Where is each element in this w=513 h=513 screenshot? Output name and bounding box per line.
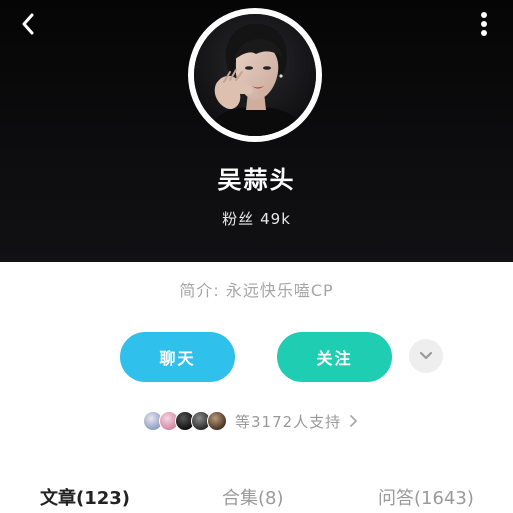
tab-collections[interactable]: 合集(8)	[222, 484, 284, 510]
vertical-dots-icon	[481, 12, 487, 36]
back-button[interactable]	[14, 10, 42, 38]
chat-button[interactable]: 聊天	[120, 332, 235, 382]
supporters-count: 等3172人支持	[235, 412, 342, 431]
avatar[interactable]	[194, 14, 316, 136]
expand-button[interactable]	[409, 339, 443, 373]
supporters-row[interactable]: 等3172人支持	[143, 409, 358, 433]
supporter-avatar	[207, 411, 227, 431]
supporter-avatars	[143, 411, 227, 431]
profile-header: 吴蒜头 粉丝 49k	[0, 0, 513, 262]
more-button[interactable]	[470, 8, 498, 40]
fans-count: 粉丝 49k	[0, 208, 513, 229]
chevron-right-icon	[349, 415, 358, 427]
chevron-left-icon	[22, 13, 34, 35]
fans-label: 粉丝	[222, 210, 255, 228]
username: 吴蒜头	[217, 166, 296, 194]
tab-qa[interactable]: 问答(1643)	[378, 484, 474, 510]
profile-intro: 简介: 永远快乐嗑CP	[179, 281, 334, 300]
content-tabs: 文章(123) 合集(8) 问答(1643)	[0, 476, 513, 513]
fans-number: 49k	[260, 210, 291, 228]
follow-button[interactable]: 关注	[277, 332, 392, 382]
tab-articles[interactable]: 文章(123)	[40, 484, 130, 510]
avatar-ring	[188, 8, 322, 142]
chevron-down-icon	[419, 351, 433, 360]
